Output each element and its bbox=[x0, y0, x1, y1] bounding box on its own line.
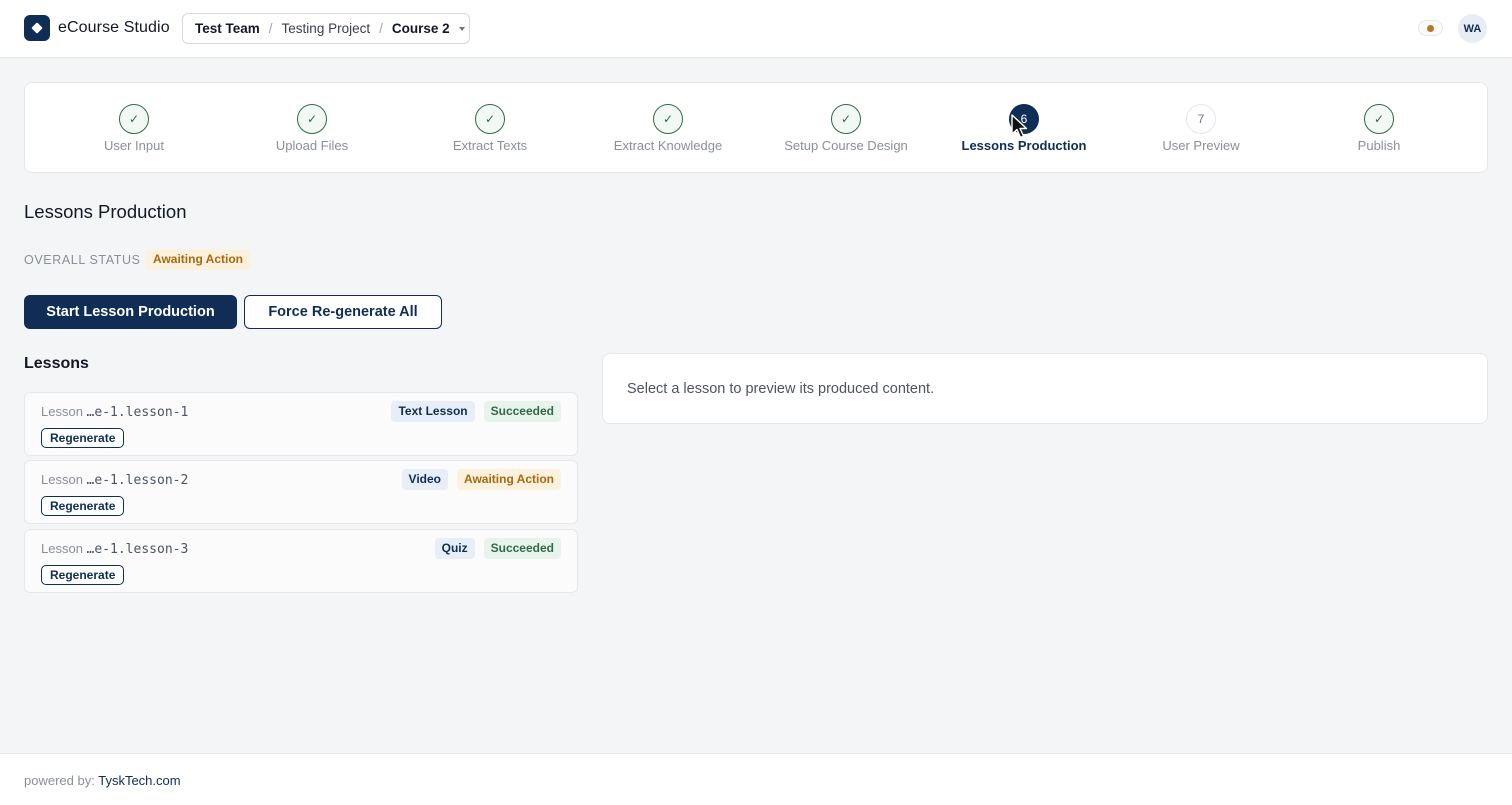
lesson-status-badge: Awaiting Action bbox=[457, 469, 561, 490]
step-number: 7 bbox=[1186, 104, 1216, 134]
check-icon: ✓ bbox=[475, 104, 505, 134]
check-icon: ✓ bbox=[831, 104, 861, 134]
footer-link[interactable]: TyskTech.com bbox=[98, 773, 180, 788]
lesson-name: Lesson …e-1.lesson-3 bbox=[41, 541, 188, 557]
overall-status-label: OVERALL STATUS bbox=[24, 253, 141, 267]
check-icon: ✓ bbox=[653, 104, 683, 134]
step-user-preview[interactable]: 7 User Preview bbox=[1112, 83, 1290, 174]
lesson-card[interactable]: Lesson …e-1.lesson-2 Video Awaiting Action… bbox=[24, 460, 578, 524]
footer: powered by: TyskTech.com bbox=[0, 753, 1512, 805]
lesson-badges: Text Lesson Succeeded bbox=[391, 401, 561, 422]
overall-status-badge: Awaiting Action bbox=[146, 249, 250, 270]
step-label: Lessons Production bbox=[961, 138, 1087, 153]
lesson-code: …e-1.lesson-1 bbox=[86, 405, 189, 420]
lesson-name: Lesson …e-1.lesson-2 bbox=[41, 472, 188, 488]
mouse-cursor-icon bbox=[1011, 114, 1028, 139]
step-label: Extract Texts bbox=[452, 138, 528, 153]
lesson-code: …e-1.lesson-3 bbox=[86, 542, 189, 557]
avatar[interactable]: WA bbox=[1458, 14, 1487, 43]
step-extract-texts[interactable]: ✓ Extract Texts bbox=[401, 83, 579, 174]
brand-name[interactable]: eCourse Studio bbox=[58, 19, 170, 37]
check-icon: ✓ bbox=[119, 104, 149, 134]
regenerate-button[interactable]: Regenerate bbox=[41, 428, 125, 448]
lesson-name: Lesson …e-1.lesson-1 bbox=[41, 404, 188, 420]
lesson-code: …e-1.lesson-2 bbox=[86, 473, 189, 488]
lesson-type-badge: Video bbox=[401, 469, 448, 490]
breadcrumb-separator: / bbox=[268, 21, 273, 36]
step-extract-knowledge[interactable]: ✓ Extract Knowledge bbox=[579, 83, 757, 174]
footer-prefix: powered by: bbox=[24, 773, 95, 788]
app-logo[interactable] bbox=[24, 15, 50, 41]
step-setup-course-design[interactable]: ✓ Setup Course Design bbox=[757, 83, 935, 174]
lesson-badges: Video Awaiting Action bbox=[401, 469, 561, 490]
status-dot-icon bbox=[1427, 25, 1434, 32]
lesson-prefix: Lesson bbox=[41, 472, 83, 487]
check-icon: ✓ bbox=[1364, 104, 1394, 134]
footer-text: powered by: TyskTech.com bbox=[24, 773, 181, 788]
force-regenerate-all-button[interactable]: Force Re-generate All bbox=[244, 295, 442, 329]
step-label: Publish bbox=[1357, 138, 1401, 153]
page-title: Lessons Production bbox=[24, 201, 187, 222]
breadcrumb[interactable]: Test Team / Testing Project / Course 2 bbox=[182, 13, 470, 44]
step-label: User Input bbox=[104, 138, 164, 153]
step-label: User Preview bbox=[1162, 138, 1240, 153]
step-label: Setup Course Design bbox=[784, 138, 908, 153]
lesson-preview-panel: Select a lesson to preview its produced … bbox=[602, 353, 1488, 424]
start-lesson-production-button[interactable]: Start Lesson Production bbox=[24, 295, 237, 329]
lesson-prefix: Lesson bbox=[41, 404, 83, 419]
breadcrumb-project[interactable]: Testing Project bbox=[282, 21, 371, 36]
lesson-status-badge: Succeeded bbox=[483, 538, 561, 559]
lesson-status-badge: Succeeded bbox=[483, 401, 561, 422]
regenerate-button[interactable]: Regenerate bbox=[41, 496, 125, 516]
step-label: Extract Knowledge bbox=[613, 138, 723, 153]
preview-placeholder-text: Select a lesson to preview its produced … bbox=[627, 381, 935, 397]
diamond-icon bbox=[31, 22, 43, 34]
lesson-type-badge: Quiz bbox=[434, 538, 475, 559]
lessons-heading: Lessons bbox=[24, 355, 89, 372]
progress-stepper: ✓ User Input ✓ Upload Files ✓ Extract Texts ✓ E… bbox=[24, 82, 1488, 173]
breadcrumb-course[interactable]: Course 2 bbox=[392, 21, 450, 36]
breadcrumb-team[interactable]: Test Team bbox=[195, 21, 260, 36]
step-label: Upload Files bbox=[275, 138, 349, 153]
lesson-card[interactable]: Lesson …e-1.lesson-1 Text Lesson Succeeded… bbox=[24, 392, 578, 456]
top-header: eCourse Studio Test Team / Testing Proje… bbox=[0, 0, 1512, 58]
lesson-card[interactable]: Lesson …e-1.lesson-3 Quiz Succeeded Regener… bbox=[24, 529, 578, 593]
chevron-down-icon[interactable] bbox=[458, 27, 465, 31]
check-icon: ✓ bbox=[297, 104, 327, 134]
lesson-badges: Quiz Succeeded bbox=[434, 538, 561, 559]
breadcrumb-separator: / bbox=[379, 21, 383, 36]
step-publish[interactable]: ✓ Publish bbox=[1290, 83, 1468, 174]
lesson-prefix: Lesson bbox=[41, 541, 83, 556]
step-upload-files[interactable]: ✓ Upload Files bbox=[223, 83, 401, 174]
lesson-type-badge: Text Lesson bbox=[391, 401, 475, 422]
status-indicator[interactable] bbox=[1418, 20, 1443, 36]
regenerate-button[interactable]: Regenerate bbox=[41, 565, 125, 585]
step-user-input[interactable]: ✓ User Input bbox=[45, 83, 223, 174]
